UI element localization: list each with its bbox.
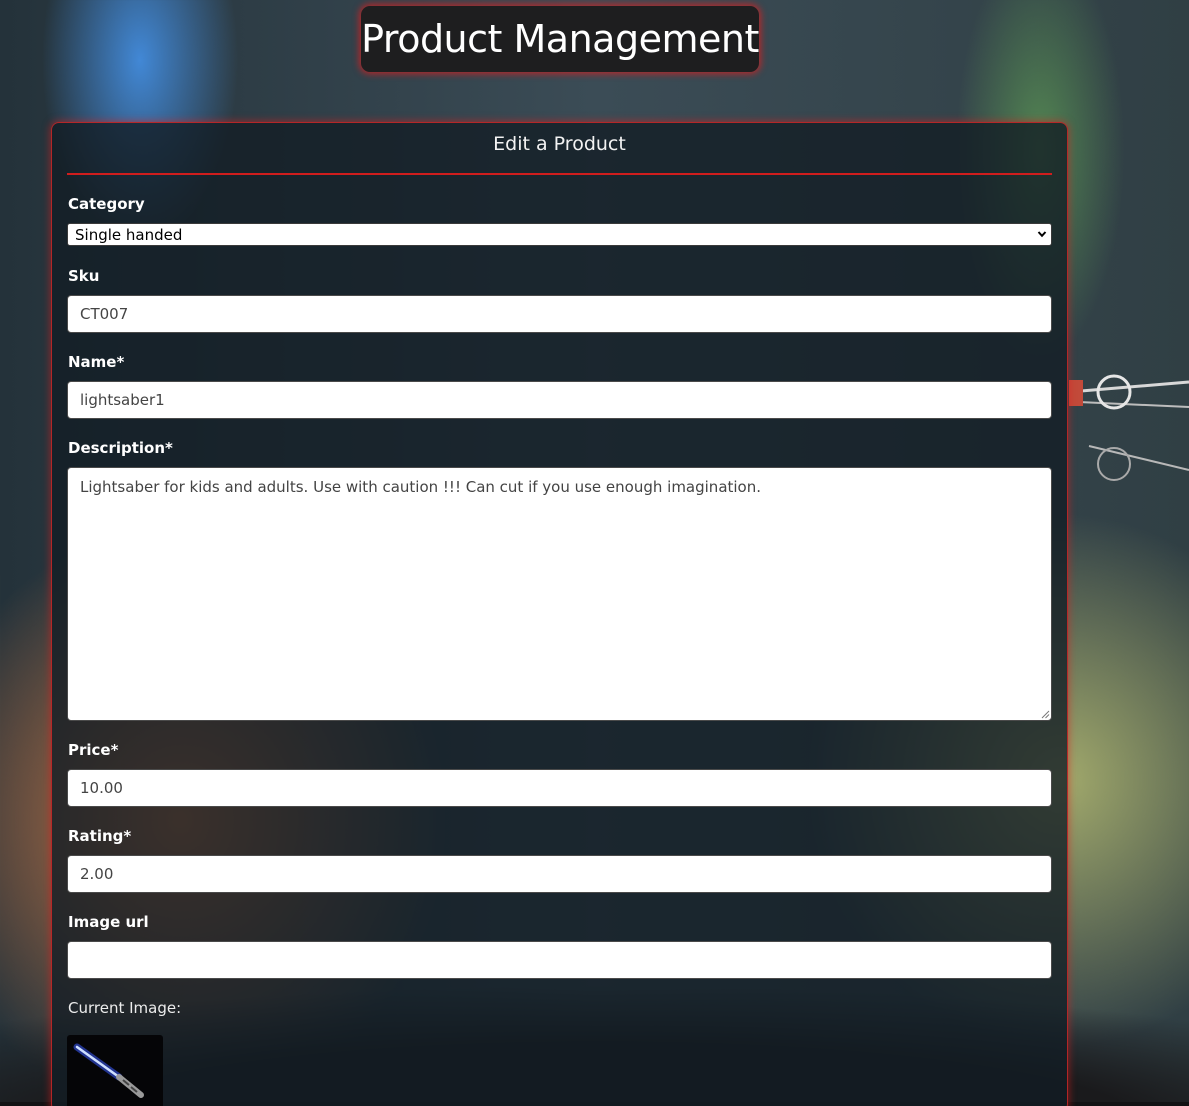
sku-label: Sku: [68, 267, 100, 285]
price-input[interactable]: [67, 769, 1052, 807]
page-header: Product Management: [361, 6, 759, 72]
rating-label: Rating*: [68, 827, 132, 845]
category-select[interactable]: Single handed: [67, 223, 1052, 246]
edit-product-panel: Edit a Product Category Single handed Sk…: [51, 122, 1068, 1106]
price-label: Price*: [68, 741, 119, 759]
chevron-down-icon: [1037, 231, 1047, 238]
category-selected-value: Single handed: [75, 226, 183, 244]
current-image-thumbnail: [67, 1035, 163, 1106]
description-label: Description*: [68, 439, 173, 457]
current-image-label: Current Image:: [68, 999, 182, 1017]
image-url-label: Image url: [68, 913, 149, 931]
name-input[interactable]: [67, 381, 1052, 419]
rating-input[interactable]: [67, 855, 1052, 893]
category-label: Category: [68, 195, 145, 213]
title-divider: [67, 173, 1052, 175]
name-label: Name*: [68, 353, 125, 371]
form-title: Edit a Product: [493, 133, 626, 155]
background-starfighter-image: [1069, 374, 1189, 410]
image-url-input[interactable]: [67, 941, 1052, 979]
sku-input[interactable]: [67, 295, 1052, 333]
resize-grip-icon[interactable]: [1041, 710, 1050, 719]
page-title: Product Management: [361, 17, 759, 61]
description-textarea[interactable]: Lightsaber for kids and adults. Use with…: [67, 467, 1052, 721]
lightsaber-image-icon: [73, 1043, 144, 1098]
background-starfighter-image-2: [1088, 445, 1189, 481]
